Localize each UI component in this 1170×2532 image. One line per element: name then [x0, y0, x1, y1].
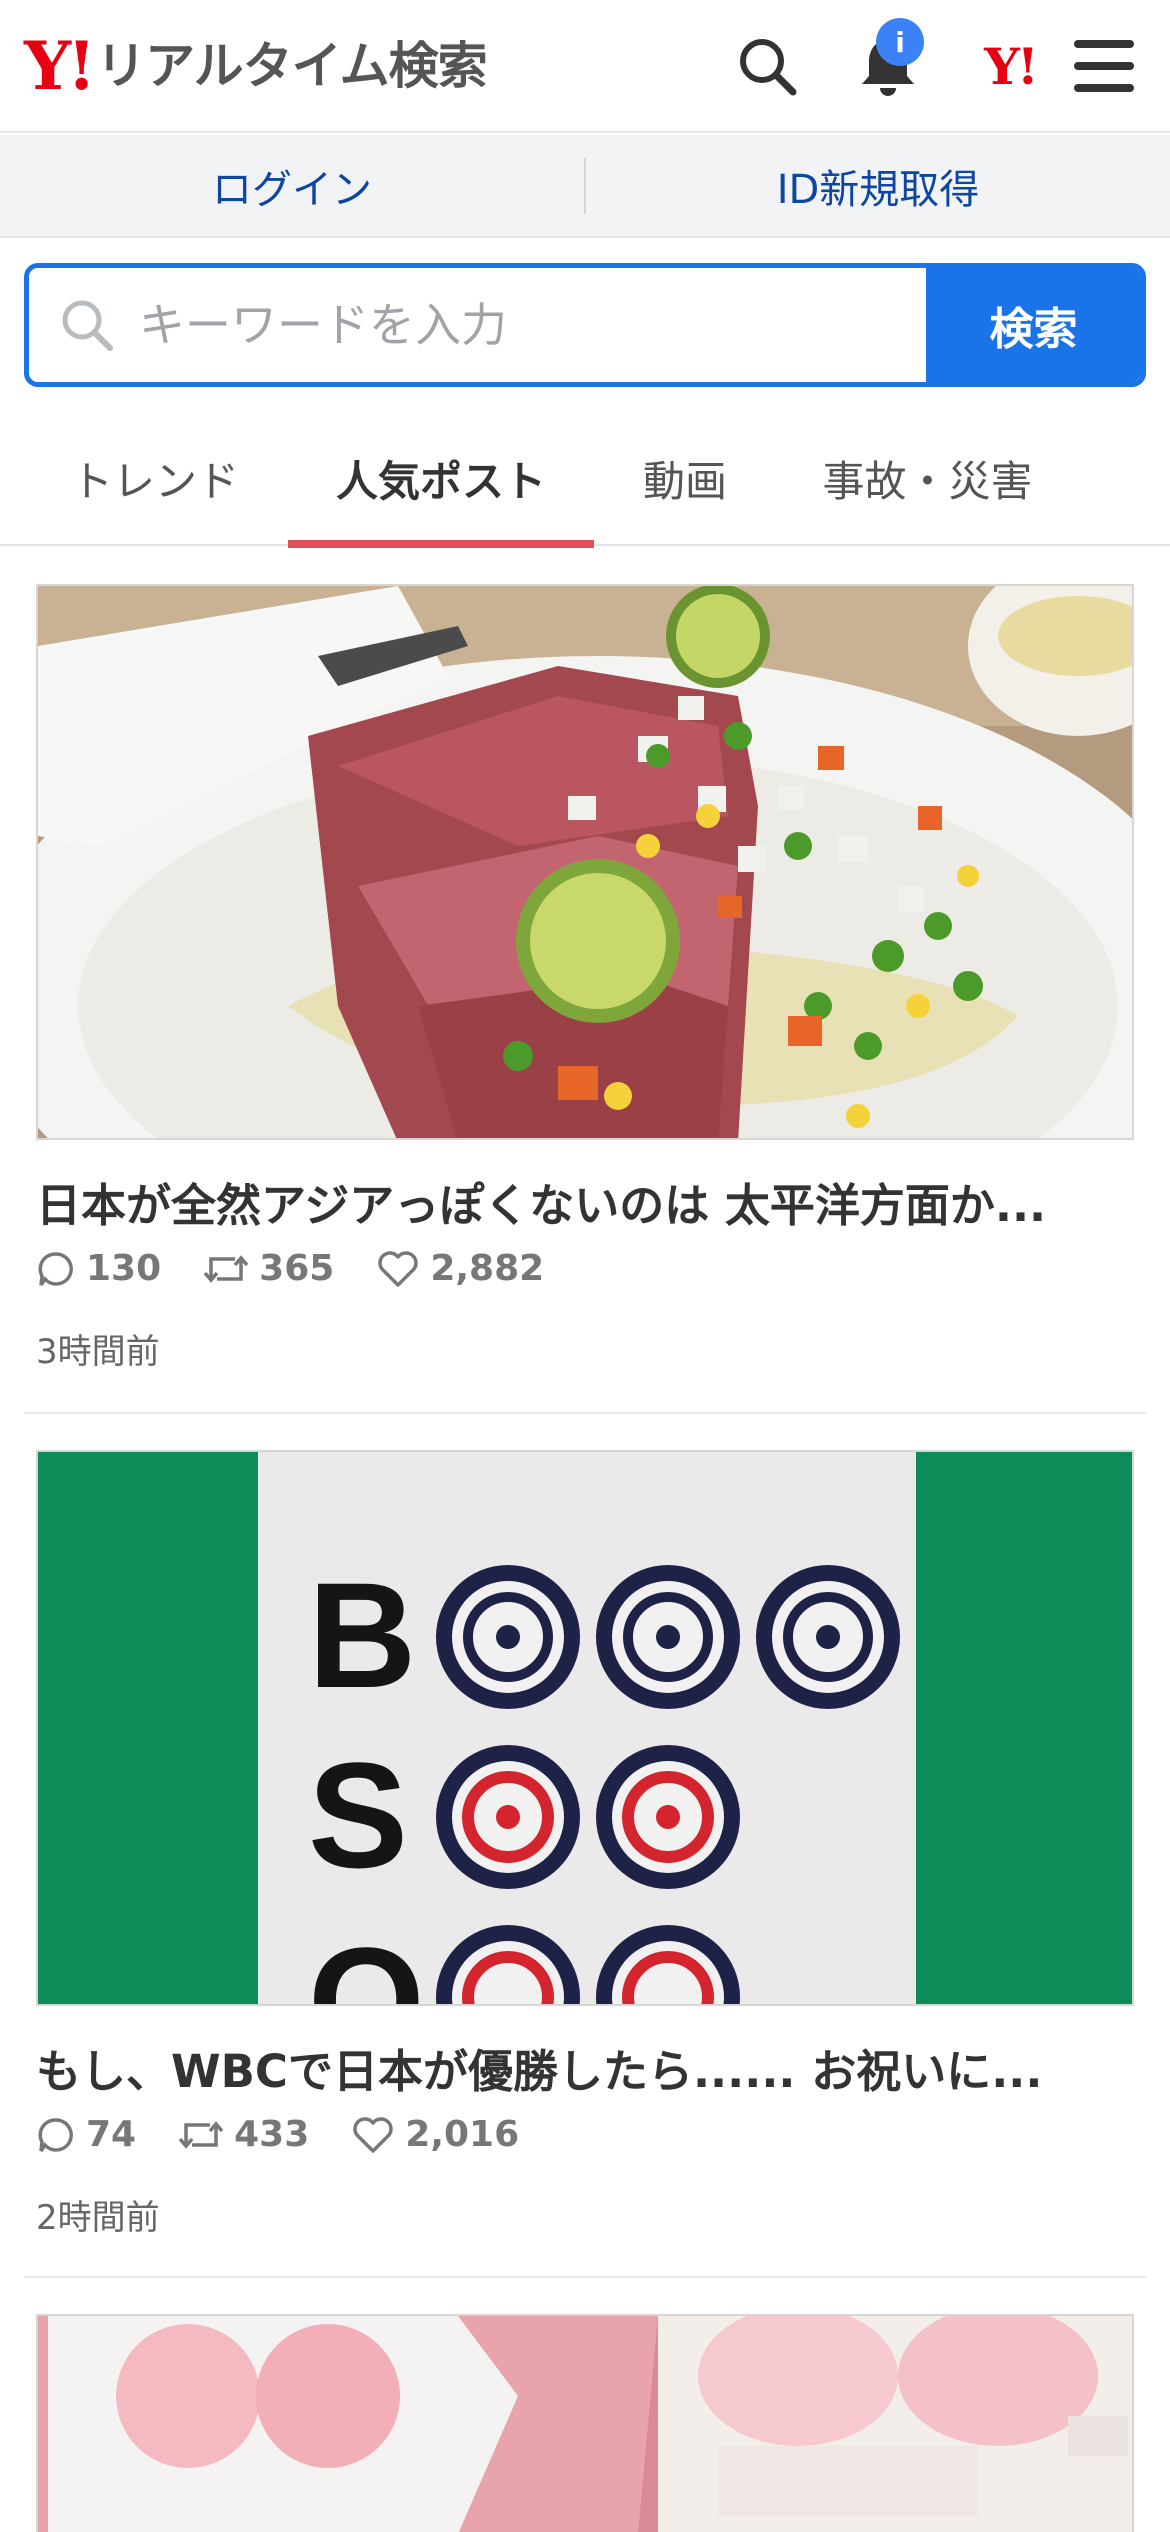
heart-icon: [378, 1250, 418, 1287]
search-input[interactable]: [139, 298, 839, 352]
post-divider: [24, 2276, 1146, 2278]
repost-icon: [203, 1254, 249, 1283]
post-card[interactable]: B S O もし、WBCで日本が優勝したら...... お祝いに... 74 4…: [24, 1450, 1146, 2280]
post-stats: 74 433 2,016: [36, 2114, 561, 2155]
reply-icon: [38, 2117, 73, 2152]
like-count-value: 2,016: [405, 2114, 520, 2155]
reply-count-value: 130: [86, 1248, 162, 1289]
reply-icon: [38, 1251, 73, 1286]
yj-logo-icon: Y!: [984, 36, 1039, 96]
notification-badge: i: [876, 18, 924, 66]
search-icon: [740, 39, 797, 96]
post-card[interactable]: [24, 2314, 1146, 2532]
reply-count[interactable]: 74: [36, 2114, 136, 2155]
post-card[interactable]: 日本が全然アジアっぽくないのは 太平洋方面か... 130 365 2,882 …: [24, 584, 1146, 1414]
post-timestamp: 2時間前: [36, 2198, 160, 2238]
post-title[interactable]: 日本が全然アジアっぽくないのは 太平洋方面か...: [36, 1169, 1134, 1234]
menu-button[interactable]: [1064, 26, 1144, 106]
signup-link[interactable]: ID新規取得: [586, 157, 1170, 215]
post-image-tuna[interactable]: [36, 584, 1134, 1140]
tab-trend[interactable]: トレンド: [50, 410, 260, 546]
post-stats: 130 365 2,882: [36, 1248, 586, 1289]
notification-button[interactable]: i: [848, 18, 928, 106]
pink-mochi-photo: [38, 2316, 1132, 2532]
mahjong-bso-tiles-photo: B S O: [38, 1452, 1132, 2006]
repost-count-value: 433: [234, 2114, 310, 2155]
post-image-mahjong[interactable]: B S O: [36, 1450, 1134, 2006]
search-field-container[interactable]: [29, 268, 926, 382]
post-image-mochi[interactable]: [36, 2314, 1134, 2532]
post-timestamp: 3時間前: [36, 1332, 160, 1372]
post-divider: [24, 1412, 1146, 1414]
tuna-tataki-photo: [38, 586, 1132, 1138]
repost-count[interactable]: 433: [178, 2114, 309, 2155]
tab-popular-posts-label: 人気ポスト: [335, 456, 546, 506]
hamburger-menu-icon: [1074, 40, 1134, 92]
strike-count-letter-s: S: [308, 1731, 408, 1899]
tab-accident-disaster[interactable]: 事故・災害: [805, 410, 1050, 546]
active-tab-indicator: [288, 540, 594, 548]
search-box: 検索: [24, 263, 1146, 387]
out-count-letter-o: O: [308, 1916, 425, 2006]
yahoo-logo-mark: Y!: [24, 27, 96, 105]
app-header: Y! リアルタイム検索 i Y!: [0, 0, 1170, 133]
login-link[interactable]: ログイン: [0, 157, 584, 215]
category-tabs: トレンド 人気ポスト 動画 事故・災害: [0, 410, 1170, 548]
search-button[interactable]: 検索: [926, 268, 1141, 382]
like-count[interactable]: 2,016: [351, 2114, 519, 2155]
yahoo-realtime-logo[interactable]: Y! リアルタイム検索: [24, 26, 488, 106]
search-field-icon: [62, 300, 113, 351]
yahoo-japan-top-link[interactable]: Y!: [965, 26, 1055, 106]
ball-tiles: [436, 1565, 900, 1709]
repost-count[interactable]: 365: [203, 1248, 334, 1289]
repost-icon: [178, 2120, 224, 2149]
logo-text: リアルタイム検索: [96, 37, 487, 95]
login-bar: ログイン ID新規取得: [0, 135, 1170, 238]
tab-popular-posts[interactable]: 人気ポスト: [288, 410, 594, 548]
search-icon-button[interactable]: [727, 26, 807, 106]
heart-icon: [353, 2116, 393, 2153]
tab-video[interactable]: 動画: [615, 410, 755, 546]
like-count-value: 2,882: [430, 1248, 545, 1289]
reply-count[interactable]: 130: [36, 1248, 161, 1289]
like-count[interactable]: 2,882: [376, 1248, 544, 1289]
ball-count-letter-b: B: [308, 1551, 416, 1719]
repost-count-value: 365: [259, 1248, 335, 1289]
reply-count-value: 74: [86, 2114, 137, 2155]
post-title[interactable]: もし、WBCで日本が優勝したら...... お祝いに...: [36, 2035, 1134, 2100]
